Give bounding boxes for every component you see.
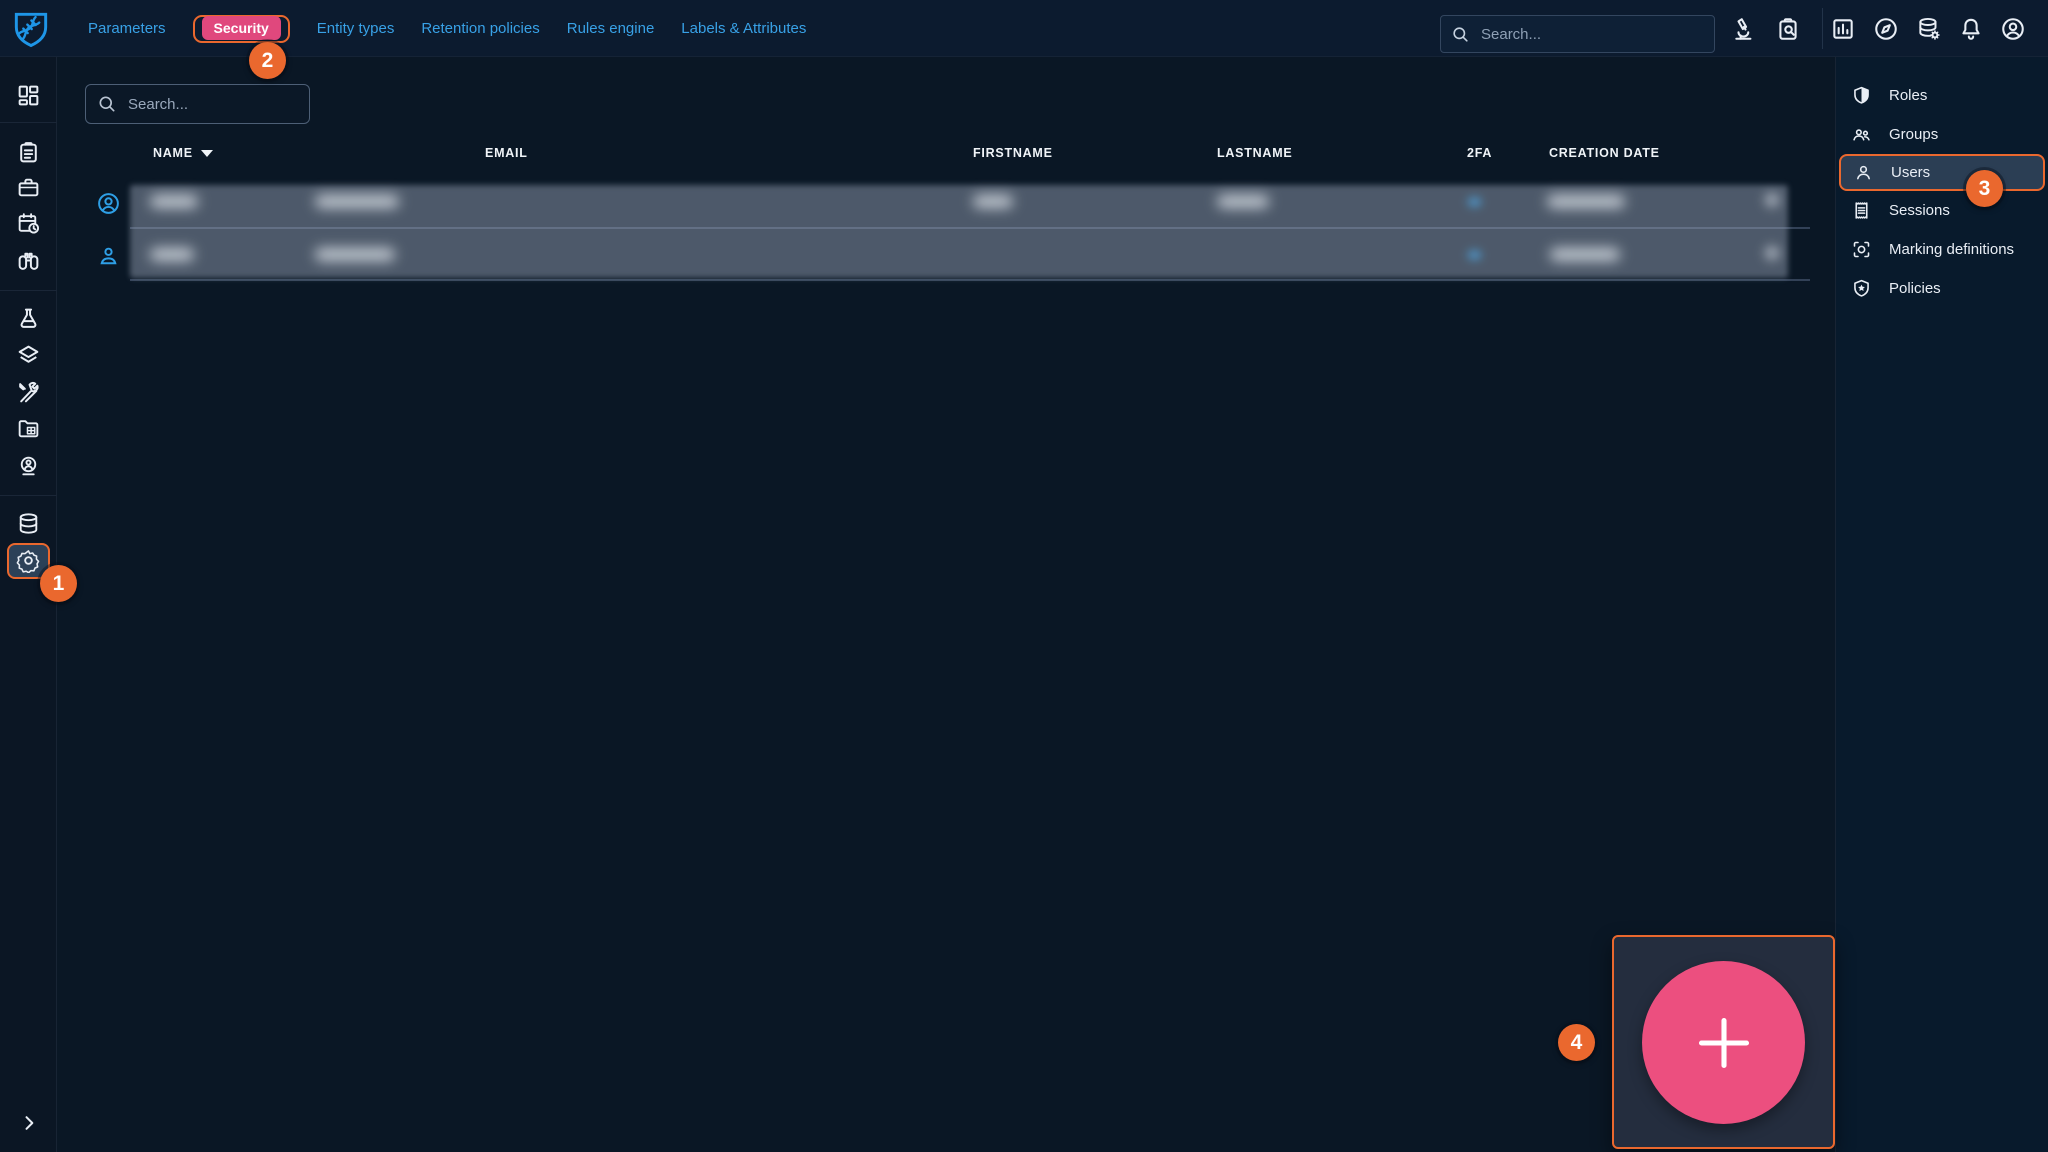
step-badge-4: 4 xyxy=(1558,1024,1595,1061)
nav-retention-policies[interactable]: Retention policies xyxy=(421,20,539,37)
groups-icon xyxy=(1851,124,1872,145)
left-sidebar xyxy=(0,57,57,1152)
dashboard-home-icon[interactable] xyxy=(16,83,41,108)
nav-rules-engine[interactable]: Rules engine xyxy=(567,20,655,37)
submenu-label: Users xyxy=(1891,164,1930,181)
row-divider xyxy=(130,279,1810,281)
sidebar-divider xyxy=(0,495,57,496)
topbar: Parameters Security Entity types Retenti… xyxy=(0,0,2048,57)
global-search xyxy=(1440,15,1715,53)
users-search xyxy=(85,84,310,124)
app-logo-shield-dna-icon[interactable] xyxy=(9,6,53,52)
person-icon xyxy=(1853,162,1874,183)
chevron-right-icon xyxy=(1765,246,1779,260)
dashboard-icon[interactable] xyxy=(1830,16,1856,42)
account-circle-icon[interactable] xyxy=(96,191,121,216)
table-row-redacted-region[interactable] xyxy=(130,185,1788,278)
folder-table-icon[interactable] xyxy=(16,416,41,441)
nav-entity-types[interactable]: Entity types xyxy=(317,20,395,37)
redacted-name xyxy=(150,248,194,261)
submenu-marking-definitions[interactable]: Marking definitions xyxy=(1836,230,2048,269)
person-outline-icon[interactable] xyxy=(96,244,121,269)
redacted-creation-date xyxy=(1547,195,1625,208)
submenu-label: Groups xyxy=(1889,126,1938,143)
column-header-email[interactable]: EMAIL xyxy=(485,146,528,160)
security-submenu: Roles Groups Users Session xyxy=(1835,57,2048,1152)
search-icon xyxy=(97,94,117,114)
nav-security[interactable]: Security xyxy=(202,16,281,40)
top-navigation: Parameters Security Entity types Retenti… xyxy=(88,0,806,57)
submenu-label: Policies xyxy=(1889,280,1941,297)
sidebar-divider xyxy=(0,122,57,123)
redacted-firstname xyxy=(973,195,1013,208)
sort-desc-icon xyxy=(201,150,213,157)
search-icon xyxy=(1451,25,1470,44)
topbar-divider xyxy=(1822,8,1823,49)
tools-icon[interactable] xyxy=(16,380,41,405)
users-search-input[interactable] xyxy=(126,95,298,114)
clipboard-search-icon[interactable] xyxy=(1775,16,1801,42)
column-header-2fa[interactable]: 2FA xyxy=(1467,146,1492,160)
briefcase-icon[interactable] xyxy=(16,175,41,200)
nav-labels-attributes[interactable]: Labels & Attributes xyxy=(681,20,806,37)
sidebar-divider xyxy=(0,290,57,291)
shield-half-icon xyxy=(1851,85,1872,106)
compass-icon[interactable] xyxy=(1873,16,1899,42)
calendar-clock-icon[interactable] xyxy=(16,211,41,236)
chevron-right-icon[interactable] xyxy=(19,1113,39,1133)
redacted-name xyxy=(150,195,198,208)
microscope-icon[interactable] xyxy=(1732,16,1758,42)
database-gear-icon[interactable] xyxy=(1916,16,1942,42)
global-search-input[interactable] xyxy=(1479,25,1704,44)
submenu-sessions[interactable]: Sessions xyxy=(1836,191,2048,230)
redacted-2fa-status xyxy=(1468,251,1481,259)
globe-person-icon[interactable] xyxy=(16,454,41,479)
center-focus-icon xyxy=(1851,239,1872,260)
step-badge-2: 2 xyxy=(249,42,286,79)
plus-icon xyxy=(1688,1007,1760,1079)
database-icon[interactable] xyxy=(16,511,41,536)
redacted-2fa-status xyxy=(1468,198,1481,206)
submenu-label: Marking definitions xyxy=(1889,241,2014,258)
submenu-policies[interactable]: Policies xyxy=(1836,269,2048,308)
redacted-lastname xyxy=(1217,195,1269,208)
submenu-label: Sessions xyxy=(1889,202,1950,219)
column-header-lastname[interactable]: LASTNAME xyxy=(1217,146,1292,160)
add-user-button[interactable] xyxy=(1642,961,1805,1124)
layers-icon[interactable] xyxy=(16,343,41,368)
binoculars-icon[interactable] xyxy=(16,248,41,273)
shield-star-icon xyxy=(1851,278,1872,299)
account-icon[interactable] xyxy=(2000,16,2026,42)
add-button-highlight-panel xyxy=(1612,935,1835,1149)
submenu-groups[interactable]: Groups xyxy=(1836,115,2048,154)
step-badge-3: 3 xyxy=(1966,170,2003,207)
chevron-right-icon xyxy=(1765,193,1779,207)
redacted-email xyxy=(315,248,395,261)
submenu-users[interactable]: Users xyxy=(1839,154,2045,191)
nav-parameters[interactable]: Parameters xyxy=(88,20,166,37)
security-highlight-outline: Security xyxy=(193,15,290,43)
receipt-icon xyxy=(1851,200,1872,221)
step-badge-1: 1 xyxy=(40,565,77,602)
clipboard-list-icon[interactable] xyxy=(16,140,41,165)
redacted-creation-date xyxy=(1550,248,1620,261)
column-header-creation-date[interactable]: CREATION DATE xyxy=(1549,146,1660,160)
submenu-label: Roles xyxy=(1889,87,1927,104)
column-header-name[interactable]: NAME xyxy=(153,146,213,160)
submenu-roles[interactable]: Roles xyxy=(1836,76,2048,115)
bell-icon[interactable] xyxy=(1958,16,1984,42)
column-header-firstname[interactable]: FIRSTNAME xyxy=(973,146,1053,160)
redacted-email xyxy=(315,195,399,208)
gear-icon[interactable] xyxy=(16,548,41,573)
flask-icon[interactable] xyxy=(16,306,41,331)
